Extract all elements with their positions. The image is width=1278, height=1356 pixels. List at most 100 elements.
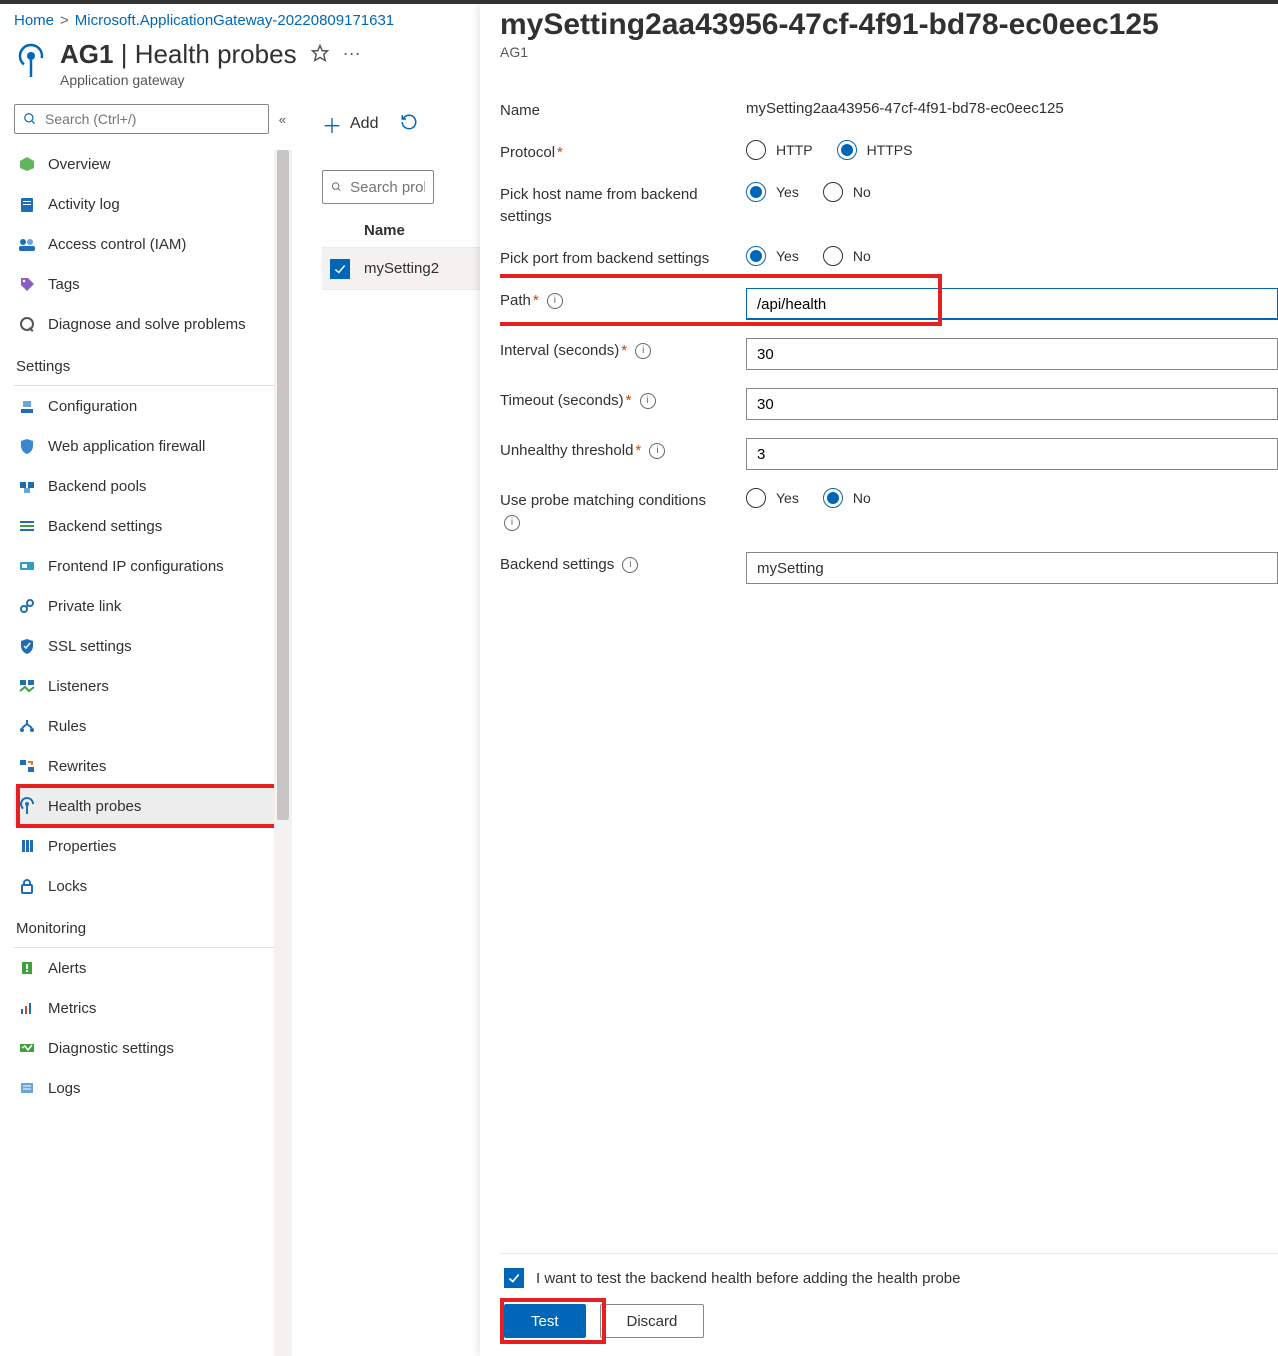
sidebar-item-label: Activity log <box>48 196 120 213</box>
sidebar-item-overview[interactable]: Overview <box>14 144 292 184</box>
sidebar-item-label: Overview <box>48 156 111 173</box>
sidebar-item-label: Tags <box>48 276 80 293</box>
input-path[interactable] <box>746 288 1278 320</box>
info-icon[interactable]: i <box>635 343 651 359</box>
radio-pickport-no[interactable]: No <box>823 246 871 266</box>
sidebar-item-label: Rewrites <box>48 758 106 775</box>
info-icon[interactable]: i <box>547 293 563 309</box>
sidebar-item-label: Listeners <box>48 678 109 695</box>
input-interval[interactable] <box>746 338 1278 370</box>
sidebar-item-label: Rules <box>48 718 86 735</box>
input-timeout[interactable] <box>746 388 1278 420</box>
diag-icon <box>18 1039 36 1057</box>
rewrites-icon <box>18 757 36 775</box>
select-backend[interactable]: mySetting <box>746 552 1278 584</box>
sidebar-item-rewrites[interactable]: Rewrites <box>14 746 292 786</box>
sidebar-item-label: Health probes <box>48 798 141 815</box>
test-button[interactable]: Test <box>504 1304 586 1338</box>
sidebar-item-logs[interactable]: Logs <box>14 1068 292 1108</box>
radio-matching-yes[interactable]: Yes <box>746 488 799 508</box>
sidebar-item-label: Access control (IAM) <box>48 236 186 253</box>
diagnose-icon <box>18 315 36 333</box>
sidebar-item-label: Locks <box>48 878 87 895</box>
radio-https[interactable]: HTTPS <box>837 140 913 160</box>
sidebar-item-ssl-settings[interactable]: SSL settings <box>14 626 292 666</box>
test-checkbox[interactable] <box>504 1268 524 1288</box>
sidebar-item-locks[interactable]: Locks <box>14 866 292 906</box>
page-title: AG1 | Health probes <box>60 39 297 70</box>
locks-icon <box>18 877 36 895</box>
collapse-sidebar-icon[interactable]: « <box>279 112 286 127</box>
info-icon[interactable]: i <box>504 515 520 531</box>
sidebar-item-diagnose-and-solve-problems[interactable]: Diagnose and solve problems <box>14 304 292 344</box>
config-icon <box>18 397 36 415</box>
radio-pickhost-yes[interactable]: Yes <box>746 182 799 202</box>
sidebar-item-label: Logs <box>48 1080 81 1097</box>
sidebar-item-label: SSL settings <box>48 638 132 655</box>
info-icon[interactable]: i <box>640 393 656 409</box>
search-icon <box>23 112 37 126</box>
sidebar-item-backend-settings[interactable]: Backend settings <box>14 506 292 546</box>
radio-pickport-yes[interactable]: Yes <box>746 246 799 266</box>
sidebar-search-input[interactable] <box>45 111 260 127</box>
app-gateway-icon <box>14 41 48 81</box>
sidebar-item-frontend-ip-configurations[interactable]: Frontend IP configurations <box>14 546 292 586</box>
sidebar-search[interactable] <box>14 104 269 134</box>
probe-search-input[interactable] <box>350 179 425 196</box>
sidebar-item-backend-pools[interactable]: Backend pools <box>14 466 292 506</box>
label-path: Path* i <box>500 288 736 312</box>
sidebar-item-activity-log[interactable]: Activity log <box>14 184 292 224</box>
label-interval: Interval (seconds)* i <box>500 338 736 362</box>
ssl-icon <box>18 637 36 655</box>
sidebar-scrollbar[interactable] <box>274 150 292 1356</box>
bset-icon <box>18 517 36 535</box>
info-icon[interactable]: i <box>649 443 665 459</box>
sidebar-item-metrics[interactable]: Metrics <box>14 988 292 1028</box>
sidebar-item-label: Diagnostic settings <box>48 1040 174 1057</box>
row-checkbox[interactable] <box>330 259 350 279</box>
sidebar-item-listeners[interactable]: Listeners <box>14 666 292 706</box>
breadcrumb-home[interactable]: Home <box>14 12 54 29</box>
sidebar-item-access-control-iam-[interactable]: Access control (IAM) <box>14 224 292 264</box>
sidebar-item-label: Backend pools <box>48 478 146 495</box>
discard-button[interactable]: Discard <box>600 1304 705 1338</box>
sidebar-item-tags[interactable]: Tags <box>14 264 292 304</box>
listeners-icon <box>18 677 36 695</box>
sidebar-item-label: Web application firewall <box>48 438 205 455</box>
sidebar-item-rules[interactable]: Rules <box>14 706 292 746</box>
sidebar-item-diagnostic-settings[interactable]: Diagnostic settings <box>14 1028 292 1068</box>
sidebar-item-configuration[interactable]: Configuration <box>14 386 292 426</box>
panel-title: mySetting2aa43956-47cf-4f91-bd78-ec0eec1… <box>500 8 1278 42</box>
refresh-icon[interactable] <box>400 113 418 136</box>
iam-icon <box>18 235 36 253</box>
row-name: mySetting2 <box>364 260 439 277</box>
label-name: Name <box>500 98 736 122</box>
sidebar-item-properties[interactable]: Properties <box>14 826 292 866</box>
sidebar-item-label: Metrics <box>48 1000 96 1017</box>
probes-icon <box>18 797 36 815</box>
sidebar-item-label: Backend settings <box>48 518 162 535</box>
sidebar-item-alerts[interactable]: Alerts <box>14 948 292 988</box>
more-icon[interactable]: ⋯ <box>343 44 361 65</box>
tags-icon <box>18 275 36 293</box>
nav-section-monitoring: Monitoring <box>14 906 292 943</box>
add-button[interactable]: ＋ Add <box>322 110 378 139</box>
breadcrumb-item[interactable]: Microsoft.ApplicationGateway-20220809171… <box>75 12 394 29</box>
info-icon[interactable]: i <box>622 557 638 573</box>
alerts-icon <box>18 959 36 977</box>
radio-http[interactable]: HTTP <box>746 140 813 160</box>
overview-icon <box>18 155 36 173</box>
sidebar-item-health-probes[interactable]: Health probes <box>14 786 292 826</box>
sidebar-item-private-link[interactable]: Private link <box>14 586 292 626</box>
input-unhealthy[interactable] <box>746 438 1278 470</box>
sidebar-item-web-application-firewall[interactable]: Web application firewall <box>14 426 292 466</box>
radio-matching-no[interactable]: No <box>823 488 871 508</box>
sidebar-item-label: Configuration <box>48 398 137 415</box>
label-pickhost: Pick host name from backend settings <box>500 182 736 228</box>
favorite-icon[interactable] <box>311 44 329 65</box>
radio-pickhost-no[interactable]: No <box>823 182 871 202</box>
frontend-icon <box>18 557 36 575</box>
panel-subtitle: AG1 <box>500 44 1278 60</box>
label-pickport: Pick port from backend settings <box>500 246 736 270</box>
probe-search[interactable] <box>322 170 434 204</box>
